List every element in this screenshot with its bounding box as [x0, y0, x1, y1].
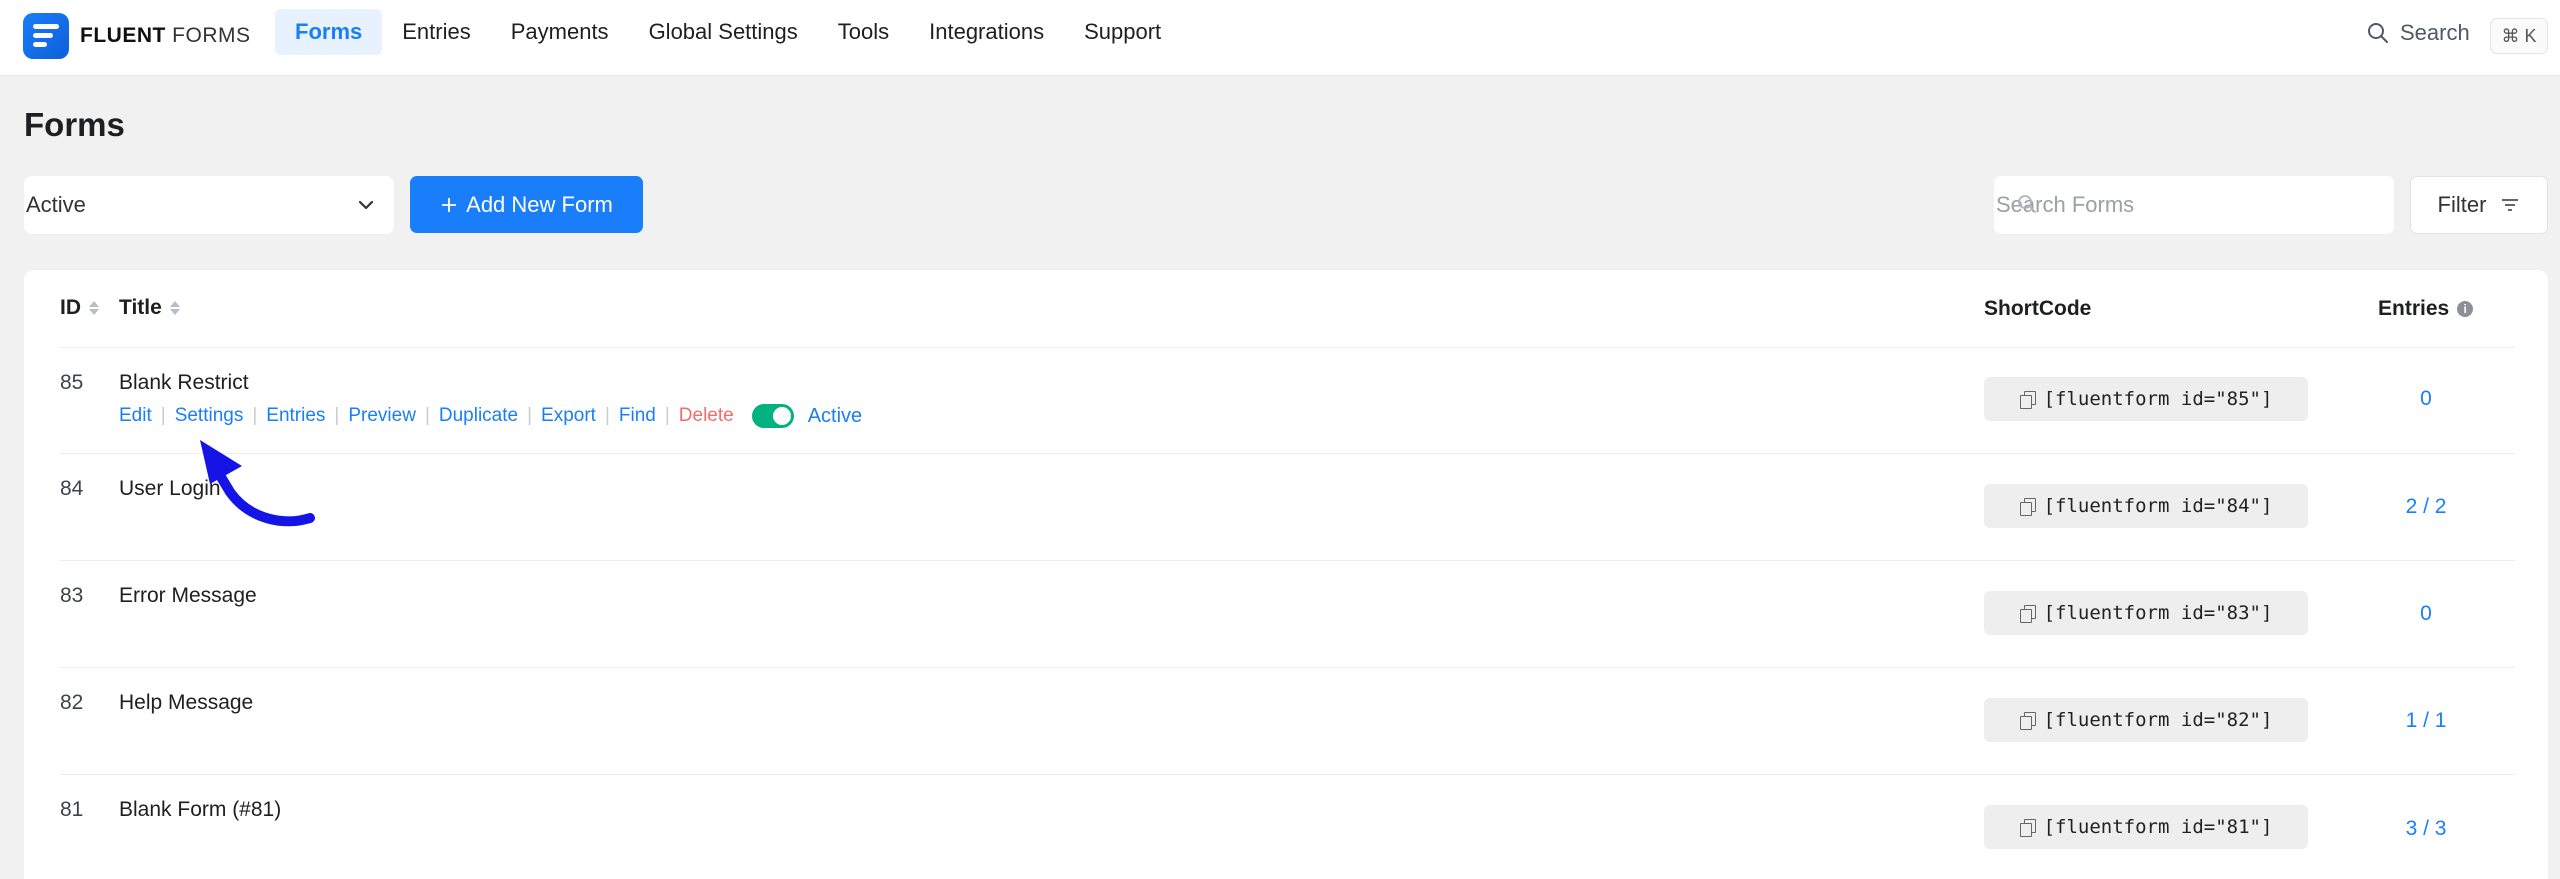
add-new-form-button[interactable]: Add New Form — [410, 176, 643, 233]
nav-item-tools[interactable]: Tools — [818, 9, 909, 55]
keyboard-shortcut-badge: ⌘ K — [2490, 18, 2548, 54]
separator: | — [252, 405, 258, 426]
entries-count[interactable]: 0 — [2366, 602, 2486, 626]
row-id: 83 — [60, 584, 84, 607]
entries-link[interactable]: Entries — [266, 405, 325, 427]
separator: | — [160, 405, 166, 426]
separator: | — [664, 405, 670, 426]
shortcode-text: [fluentform id="85"] — [2043, 388, 2273, 410]
row-title[interactable]: Blank Restrict — [119, 371, 249, 395]
entries-count[interactable]: 3 / 3 — [2366, 817, 2486, 841]
copy-icon — [2019, 605, 2036, 623]
search-label: Search — [2400, 20, 2470, 45]
copy-icon — [2019, 391, 2036, 409]
page-title: Forms — [24, 106, 125, 143]
nav-item-payments[interactable]: Payments — [491, 9, 629, 55]
shortcode-text: [fluentform id="83"] — [2043, 602, 2273, 624]
find-link[interactable]: Find — [619, 405, 656, 427]
delete-link[interactable]: Delete — [679, 405, 734, 427]
settings-link[interactable]: Settings — [175, 405, 244, 427]
shortcode-text: [fluentform id="84"] — [2043, 495, 2273, 517]
active-toggle[interactable] — [751, 404, 794, 428]
shortcode-copy-button[interactable]: [fluentform id="85"] — [1984, 377, 2308, 421]
column-header-id-label: ID — [60, 296, 81, 319]
filter-label: Filter — [2437, 192, 2487, 217]
entries-count[interactable]: 2 / 2 — [2366, 495, 2486, 519]
column-header-title-label: Title — [119, 296, 162, 319]
row-divider — [60, 667, 2515, 668]
global-search-button[interactable]: Search — [2366, 20, 2470, 46]
status-label: Active — [807, 404, 863, 427]
search-icon — [2018, 195, 2036, 213]
header-divider — [60, 347, 2515, 348]
column-header-entries: Entries i — [2378, 297, 2474, 321]
column-header-entries-label: Entries — [2378, 297, 2450, 320]
top-navigation-bar: FLUENT FORMS Forms Entries Payments Glob… — [0, 0, 2560, 76]
chevron-down-icon — [358, 200, 374, 210]
row-divider — [60, 774, 2515, 775]
nav-item-global-settings[interactable]: Global Settings — [629, 9, 818, 55]
main-nav: Forms Entries Payments Global Settings T… — [275, 9, 1181, 55]
info-icon[interactable]: i — [2457, 301, 2474, 317]
column-header-shortcode: ShortCode — [1984, 297, 2091, 321]
add-new-form-label: Add New Form — [466, 191, 613, 217]
export-link[interactable]: Export — [541, 405, 596, 427]
brand-light-text: FORMS — [172, 24, 251, 47]
separator: | — [527, 405, 533, 426]
forms-table-card — [24, 270, 2548, 879]
nav-item-entries[interactable]: Entries — [382, 9, 490, 55]
brand-bold-text: FLUENT — [80, 24, 166, 47]
separator: | — [424, 405, 430, 426]
shortcode-copy-button[interactable]: [fluentform id="81"] — [1984, 805, 2308, 849]
fluent-forms-logo-icon[interactable] — [23, 13, 69, 59]
column-header-id[interactable]: ID — [60, 296, 99, 320]
nav-item-integrations[interactable]: Integrations — [909, 9, 1064, 55]
row-id: 81 — [60, 798, 84, 821]
shortcode-text: [fluentform id="82"] — [2043, 709, 2273, 731]
entries-count[interactable]: 0 — [2366, 387, 2486, 411]
row-title[interactable]: Error Message — [119, 584, 257, 608]
annotation-arrow-icon — [200, 440, 315, 527]
preview-link[interactable]: Preview — [348, 405, 416, 427]
row-id: 82 — [60, 691, 84, 714]
shortcode-text: [fluentform id="81"] — [2043, 816, 2273, 838]
edit-link[interactable]: Edit — [119, 405, 152, 427]
column-header-title[interactable]: Title — [119, 296, 180, 320]
duplicate-link[interactable]: Duplicate — [439, 405, 518, 427]
row-id: 85 — [60, 371, 84, 394]
status-filter-select[interactable]: Active — [24, 176, 394, 234]
nav-item-support[interactable]: Support — [1064, 9, 1181, 55]
separator: | — [604, 405, 610, 426]
entries-count[interactable]: 1 / 1 — [2366, 709, 2486, 733]
separator: | — [334, 405, 340, 426]
sort-icon — [89, 301, 99, 315]
search-icon — [2368, 23, 2388, 43]
row-divider — [60, 453, 2515, 454]
row-title[interactable]: Blank Form (#81) — [119, 798, 281, 822]
column-header-shortcode-label: ShortCode — [1984, 297, 2092, 320]
shortcode-copy-button[interactable]: [fluentform id="83"] — [1984, 591, 2308, 635]
shortcode-copy-button[interactable]: [fluentform id="84"] — [1984, 484, 2308, 528]
copy-icon — [2019, 819, 2036, 837]
plus-icon — [442, 197, 457, 212]
status-select-value: Active — [26, 192, 86, 217]
copy-icon — [2019, 498, 2036, 516]
row-divider — [60, 560, 2515, 561]
nav-item-forms[interactable]: Forms — [275, 9, 383, 55]
row-title[interactable]: Help Message — [119, 691, 253, 715]
filter-button[interactable]: Filter — [2410, 176, 2548, 234]
row-id: 84 — [60, 477, 84, 500]
sort-icon — [169, 301, 180, 315]
copy-icon — [2019, 712, 2036, 730]
row-actions: Edit | Settings | Entries | Preview | Duplic… — [119, 404, 862, 428]
filter-lines-icon — [2502, 199, 2519, 211]
shortcode-copy-button[interactable]: [fluentform id="82"] — [1984, 698, 2308, 742]
search-forms-input[interactable]: Search Forms — [1994, 176, 2394, 234]
brand-name[interactable]: FLUENT FORMS — [80, 24, 251, 48]
